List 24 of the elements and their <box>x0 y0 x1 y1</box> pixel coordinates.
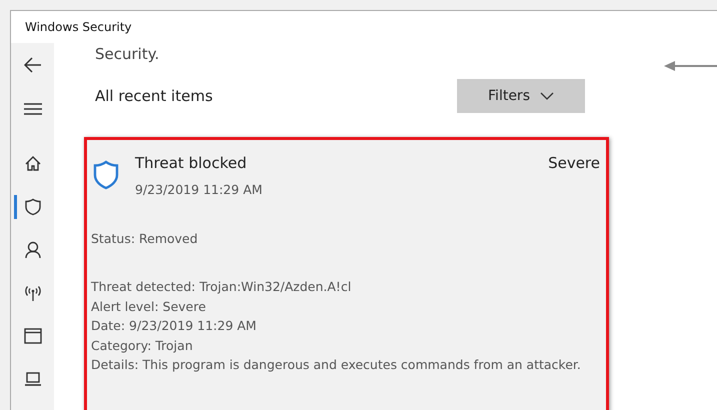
person-icon <box>24 241 42 259</box>
window-icon <box>24 328 42 344</box>
annotation-arrow <box>664 60 717 72</box>
shield-icon <box>24 198 42 216</box>
detail-line: Alert level: Severe <box>91 298 207 316</box>
detail-line: Details: This program is dangerous and executes commands from an attacker. <box>91 356 582 374</box>
laptop-icon <box>24 372 42 386</box>
detail-line: Category: Trojan <box>91 336 194 355</box>
back-icon[interactable] <box>24 57 42 73</box>
status-text: Status: Removed <box>91 231 199 246</box>
section-title: All recent items <box>95 87 213 105</box>
threat-title: Threat blocked <box>135 154 248 172</box>
severity-label: Severe <box>548 154 600 172</box>
detail-line: Threat detected: Trojan:Win32/Azden.A!cl <box>91 278 352 296</box>
antenna-icon <box>24 284 42 302</box>
chevron-icon <box>540 92 554 100</box>
intro-text: Security. <box>95 45 160 63</box>
menu-icon[interactable] <box>24 103 42 115</box>
detail-line: Date: 9/23/2019 11:29 AM <box>91 317 258 336</box>
window-title: Windows Security <box>25 20 132 34</box>
home-icon <box>24 155 42 173</box>
shield-icon <box>93 160 119 190</box>
threat-time: 9/23/2019 11:29 AM <box>135 182 264 197</box>
filters-button[interactable]: Filters <box>457 79 585 113</box>
